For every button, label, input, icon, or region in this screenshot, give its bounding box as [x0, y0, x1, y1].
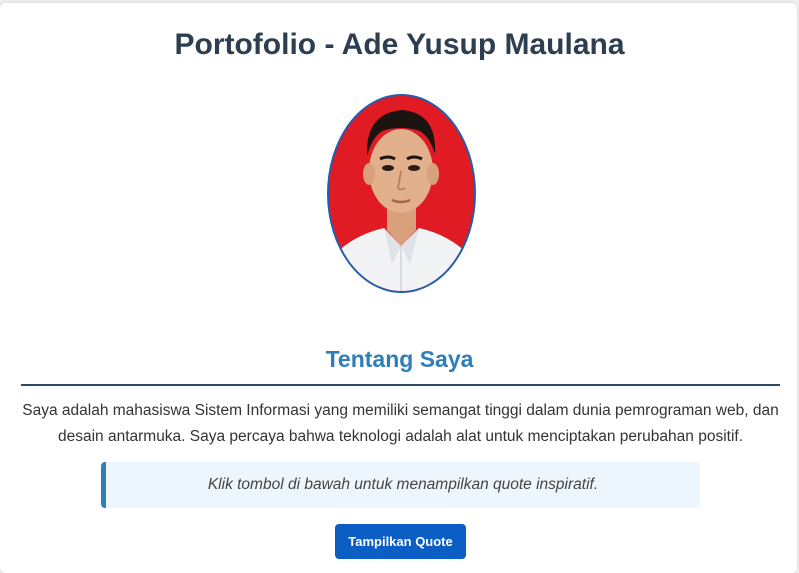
section-divider — [21, 384, 780, 386]
quote-text: Klik tombol di bawah untuk menampilkan q… — [207, 476, 599, 493]
about-paragraph: Saya adalah mahasiswa Sistem Informasi y… — [22, 402, 779, 445]
quote-box: Klik tombol di bawah untuk menampilkan q… — [101, 462, 700, 508]
about-heading: Tentang Saya — [325, 346, 474, 372]
show-quote-button[interactable]: Tampilkan Quote — [335, 524, 466, 559]
profile-photo — [327, 94, 476, 293]
page-title: Portofolio - Ade Yusup Maulana — [174, 28, 625, 61]
